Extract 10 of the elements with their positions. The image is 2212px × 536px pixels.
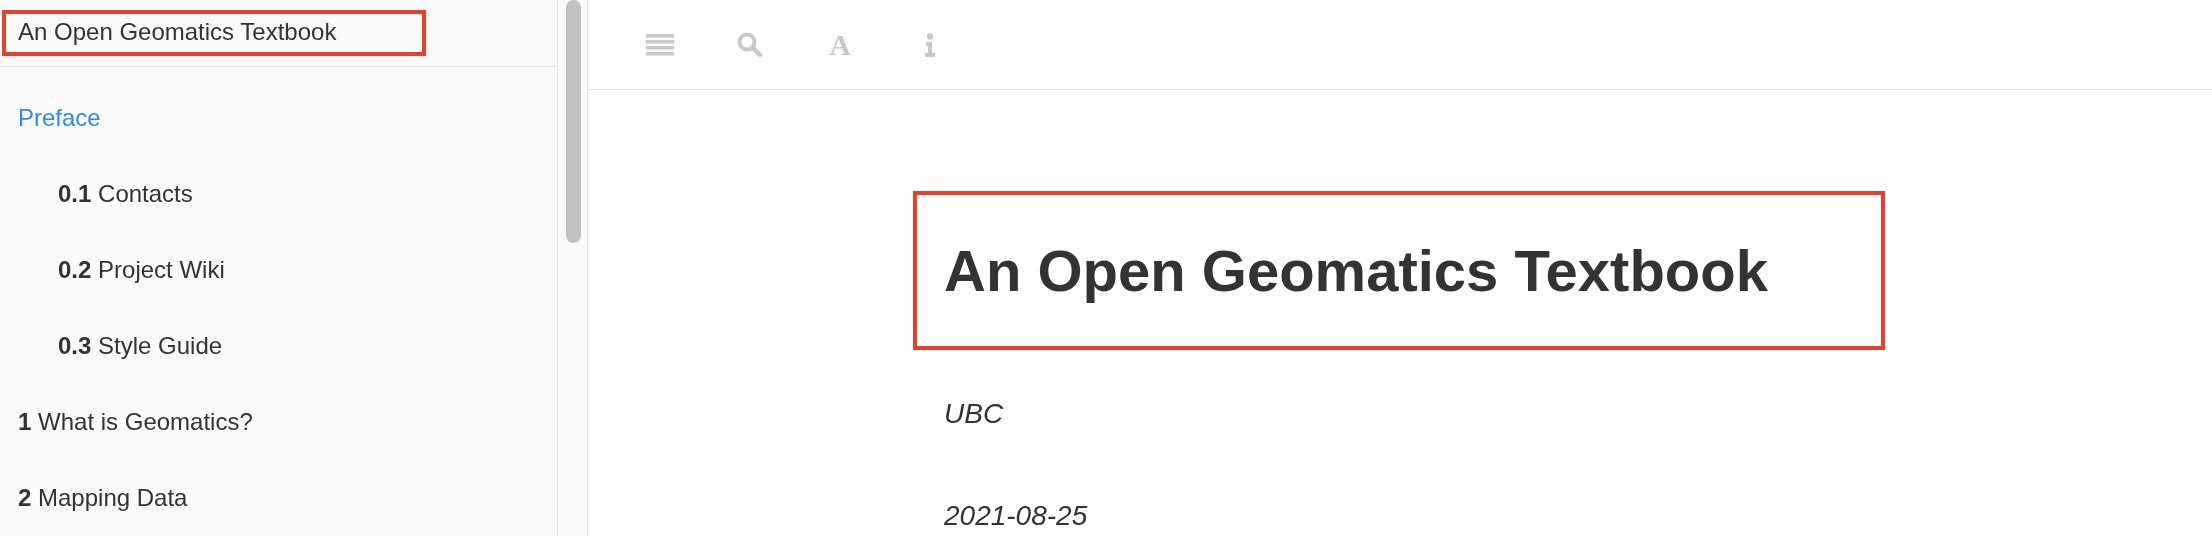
nav-link[interactable]: 0.2 Project Wiki bbox=[58, 252, 225, 288]
author-text: UBC bbox=[944, 397, 1004, 431]
scrollbar-thumb[interactable] bbox=[566, 0, 581, 243]
nav-link[interactable]: 1 What is Geomatics? bbox=[18, 404, 253, 440]
nav-link[interactable]: 0.3 Style Guide bbox=[58, 328, 223, 364]
page-heading: An Open Geomatics Textbook bbox=[944, 237, 1768, 305]
book-title[interactable]: An Open Geomatics Textbook bbox=[18, 18, 337, 45]
date-text: 2021-08-25 bbox=[944, 499, 1088, 533]
nav-link[interactable]: 2 Mapping Data bbox=[18, 480, 188, 516]
nav-link[interactable]: 0.1 Contacts bbox=[58, 176, 193, 212]
